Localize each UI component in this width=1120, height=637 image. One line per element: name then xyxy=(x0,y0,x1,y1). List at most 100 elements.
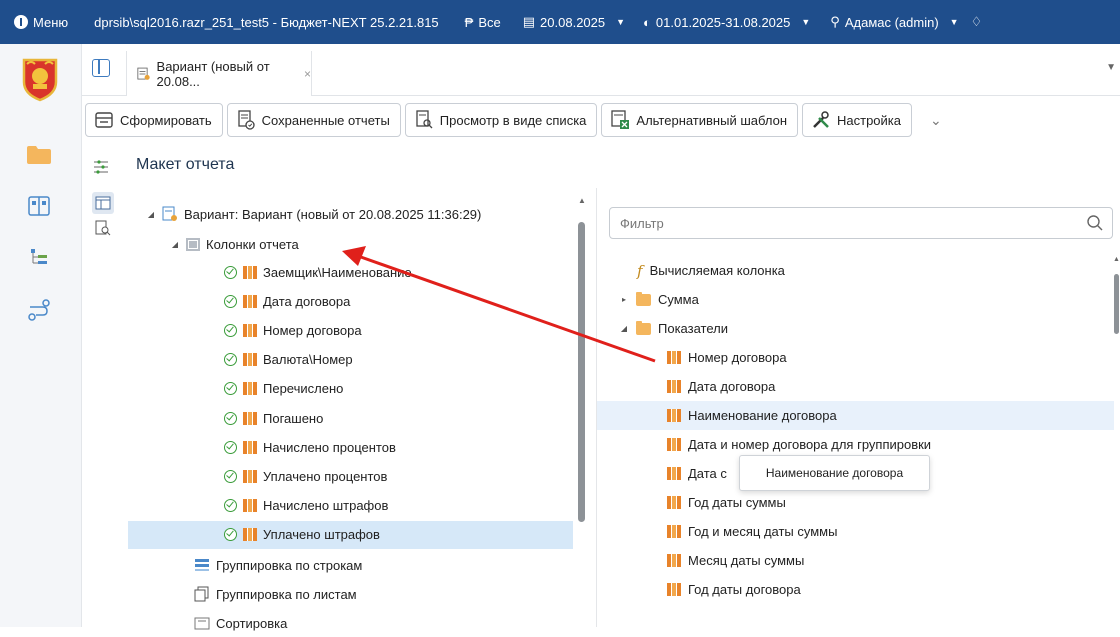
scope-selector[interactable]: ₱ Все xyxy=(465,15,501,30)
check-icon[interactable] xyxy=(224,411,237,425)
column-icon xyxy=(667,438,681,451)
scroll-up-icon[interactable]: ▲ xyxy=(578,196,586,205)
folder-icon[interactable] xyxy=(26,142,52,166)
field-label: Год даты суммы xyxy=(688,495,786,510)
chevron-down-icon[interactable]: ▼ xyxy=(1106,62,1116,73)
layout-icon[interactable] xyxy=(26,194,52,218)
excel-template-icon xyxy=(611,110,630,129)
column-icon xyxy=(667,351,681,364)
tree-column-item[interactable]: Дата договора xyxy=(224,287,350,315)
check-icon[interactable] xyxy=(224,265,237,279)
scroll-up-icon[interactable]: ▲ xyxy=(1113,256,1120,263)
field-item[interactable]: Дата договора xyxy=(597,372,1114,401)
check-icon[interactable] xyxy=(224,382,237,396)
tree-column-item[interactable]: Перечислено xyxy=(224,375,343,403)
tree-root-label: Вариант: Вариант (новый от 20.08.2025 11… xyxy=(184,206,482,222)
tree-icon[interactable] xyxy=(26,246,52,270)
saved-reports-button[interactable]: Сохраненные отчеты xyxy=(226,103,401,137)
collapse-icon[interactable]: ◢ xyxy=(619,324,629,333)
alt-template-button[interactable]: Альтернативный шаблон xyxy=(601,103,798,137)
check-icon[interactable] xyxy=(224,440,237,454)
settings-button[interactable]: Настройка xyxy=(802,103,912,137)
field-item[interactable]: Год даты договора xyxy=(597,575,1114,604)
chevron-down-icon[interactable]: ⌄ xyxy=(930,112,942,129)
sum-folder[interactable]: ▸ Сумма xyxy=(597,285,1114,314)
field-item[interactable]: Год и месяц даты суммы xyxy=(597,517,1114,546)
column-icon xyxy=(667,525,681,538)
filter-field[interactable] xyxy=(609,207,1113,239)
route-icon[interactable] xyxy=(26,298,52,322)
tree-column-label: Перечислено xyxy=(263,381,344,397)
saved-reports-label: Сохраненные отчеты xyxy=(261,112,390,128)
tree-column-item[interactable]: Уплачено штрафов xyxy=(128,520,573,549)
preview-icon[interactable] xyxy=(95,220,111,236)
period-selector[interactable]: ◐ 01.01.2025-31.08.2025 ▼ xyxy=(643,15,810,30)
column-icon xyxy=(243,469,257,483)
bell-icon[interactable]: ♢ xyxy=(971,14,983,30)
left-scrollbar[interactable]: ▲ xyxy=(578,196,586,616)
tree-sheet-grouping[interactable]: Группировка по листам xyxy=(194,580,357,608)
list-view-button[interactable]: Просмотр в виде списка xyxy=(404,103,598,137)
field-item[interactable]: Номер договора xyxy=(597,343,1114,372)
check-icon[interactable] xyxy=(224,528,237,542)
layout-view-icon[interactable] xyxy=(92,192,114,214)
calc-column-item[interactable]: f Вычисляемая колонка xyxy=(597,256,1114,285)
sheet-grouping-label: Группировка по листам xyxy=(216,586,357,602)
form-button[interactable]: Сформировать xyxy=(85,103,223,137)
indicators-label: Показатели xyxy=(658,321,728,336)
tree-column-item[interactable]: Уплачено процентов xyxy=(224,462,387,490)
tree-column-label: Уплачено процентов xyxy=(263,468,388,484)
tree-sorting[interactable]: Сортировка xyxy=(194,609,287,637)
check-icon[interactable] xyxy=(224,499,237,513)
tab-strip: Вариант (новый от 20.08... × ▼ xyxy=(82,44,1120,96)
indicators-folder[interactable]: ◢ Показатели xyxy=(597,314,1114,343)
tree-row-grouping[interactable]: Группировка по строкам xyxy=(194,551,362,579)
column-icon xyxy=(243,499,257,513)
tab-variant[interactable]: Вариант (новый от 20.08... × xyxy=(126,51,312,96)
collapse-icon[interactable]: ◢ xyxy=(170,240,180,249)
tree-column-label: Уплачено штрафов xyxy=(263,527,380,543)
check-icon[interactable] xyxy=(224,323,237,337)
user-icon: ⚲ xyxy=(830,14,840,29)
section-title: Макет отчета xyxy=(136,156,235,173)
column-icon xyxy=(243,411,257,425)
scroll-thumb[interactable] xyxy=(578,222,585,522)
field-item[interactable]: Месяц даты суммы xyxy=(597,546,1114,575)
settings-list-icon[interactable] xyxy=(92,158,110,176)
date-selector[interactable]: ▤ 20.08.2025 ▼ xyxy=(523,14,625,30)
right-scrollbar[interactable]: ▲ xyxy=(1113,256,1120,616)
column-icon xyxy=(243,294,257,308)
column-icon xyxy=(667,583,681,596)
tree-column-item[interactable]: Погашено xyxy=(224,404,323,432)
tree-column-item[interactable]: Заемщик\Наименование xyxy=(224,258,412,286)
tree-column-item[interactable]: Начислено процентов xyxy=(224,433,396,461)
check-icon[interactable] xyxy=(224,353,237,367)
calc-column-label: Вычисляемая колонка xyxy=(649,263,785,278)
scroll-thumb[interactable] xyxy=(1114,274,1119,334)
close-icon[interactable]: × xyxy=(304,67,311,81)
period-label: 01.01.2025-31.08.2025 xyxy=(655,14,791,30)
settings-label: Настройка xyxy=(837,112,901,128)
field-item[interactable]: Наименование договора xyxy=(597,401,1114,430)
tree-column-item[interactable]: Валюта\Номер xyxy=(224,346,353,374)
user-selector[interactable]: ⚲ Адамас (admin) ▼ xyxy=(830,14,958,30)
tree-column-item[interactable]: Номер договора xyxy=(224,316,362,344)
tools-icon xyxy=(813,111,829,128)
field-label: Дата договора xyxy=(688,379,776,394)
check-icon[interactable] xyxy=(224,469,237,483)
tree-columns-node[interactable]: ◢ Колонки отчета xyxy=(170,230,299,258)
sheet-grouping-icon xyxy=(194,586,209,602)
field-label: Год даты договора xyxy=(688,582,801,597)
expand-icon[interactable]: ▸ xyxy=(619,295,629,304)
field-item[interactable]: Год даты суммы xyxy=(597,488,1114,517)
menu-button[interactable]: Меню xyxy=(0,0,80,44)
tree-root[interactable]: ◢ Вариант: Вариант (новый от 20.08.2025 … xyxy=(146,200,481,228)
column-icon xyxy=(667,409,681,422)
filter-input[interactable] xyxy=(620,215,1080,231)
search-icon[interactable] xyxy=(1086,214,1104,232)
column-icon xyxy=(243,353,257,367)
collapse-icon[interactable]: ◢ xyxy=(146,210,156,219)
tree-column-item[interactable]: Начислено штрафов xyxy=(224,492,388,520)
check-icon[interactable] xyxy=(224,294,237,308)
panels-icon[interactable] xyxy=(92,59,110,77)
